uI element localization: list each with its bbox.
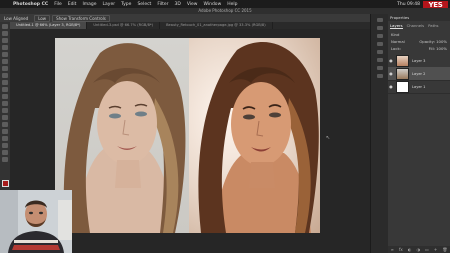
hand-tool-icon[interactable] <box>2 150 8 155</box>
styles-panel-icon[interactable] <box>377 50 383 54</box>
fill-label: Fill: <box>428 46 435 51</box>
new-group-icon[interactable]: ▭ <box>425 247 429 252</box>
layer-thumbnail <box>396 80 409 93</box>
webcam-overlay <box>0 190 72 253</box>
menu-edit[interactable]: Edit <box>65 2 80 7</box>
adjustment-layer-icon[interactable]: ◑ <box>416 247 420 252</box>
fill-value[interactable]: 100% <box>436 46 447 51</box>
layer-thumbnail <box>396 67 409 80</box>
menu-layer[interactable]: Layer <box>100 2 119 7</box>
visibility-eye-icon[interactable]: ● <box>388 58 394 63</box>
panel-header: Properties <box>388 14 450 21</box>
layer-filter-row: Kind <box>388 31 450 38</box>
tab-layers[interactable]: Layers <box>390 23 403 29</box>
fx-icon[interactable]: fx <box>399 247 403 252</box>
menu-file[interactable]: File <box>51 2 65 7</box>
blend-mode-select[interactable]: Normal <box>391 39 405 44</box>
type-tool-icon[interactable] <box>2 129 8 134</box>
tab-channels[interactable]: Channels <box>407 23 425 29</box>
opacity-value[interactable]: 100% <box>436 39 447 44</box>
lasso-tool-icon[interactable] <box>2 38 8 43</box>
crop-tool-icon[interactable] <box>2 52 8 57</box>
adjustments-panel-icon[interactable] <box>377 34 383 38</box>
options-label: Low Aligned <box>4 15 29 21</box>
swatches-panel-icon[interactable] <box>377 42 383 46</box>
document-tabs: Untitled-1 @ 66% (Layer 3, RGB/8*) Untit… <box>10 22 370 29</box>
layer-name[interactable]: Layer 3 <box>412 59 425 63</box>
window-title: Adobe Photoshop CC 2015 <box>198 8 252 13</box>
marquee-tool-icon[interactable] <box>2 31 8 36</box>
portrait-before-image <box>63 43 186 233</box>
history-brush-tool-icon[interactable] <box>2 87 8 92</box>
presenter-video-image <box>0 190 72 253</box>
before-photo[interactable] <box>55 38 189 233</box>
zoom-tool-icon[interactable] <box>2 157 8 162</box>
portrait-after-image <box>198 42 319 233</box>
layer-row[interactable]: ● Layer 2 <box>388 67 450 81</box>
add-mask-icon[interactable]: ◐ <box>408 247 412 252</box>
clone-stamp-tool-icon[interactable] <box>2 80 8 85</box>
tab-paths[interactable]: Paths <box>428 23 438 29</box>
history-panel-icon[interactable] <box>377 18 383 22</box>
trash-icon[interactable]: 🗑 <box>442 247 447 252</box>
mac-menubar: Photoshop CC File Edit Image Layer Type … <box>0 0 450 8</box>
brushes-panel-icon[interactable] <box>377 74 383 78</box>
panel-tabs: Layers Channels Paths <box>388 21 450 31</box>
lock-fill-row: Lock: Fill: 100% <box>388 45 450 52</box>
brush-tool-icon[interactable] <box>2 73 8 78</box>
dodge-tool-icon[interactable] <box>2 115 8 120</box>
menu-select[interactable]: Select <box>134 2 154 7</box>
layer-kind-filter[interactable]: Kind <box>391 32 399 37</box>
menu-help[interactable]: Help <box>224 2 240 7</box>
visibility-eye-icon[interactable]: ● <box>388 71 394 76</box>
layers-panel-footer: ∞ fx ◐ ◑ ▭ + 🗑 <box>388 246 450 253</box>
menubar-status: Thu 09:48 <box>397 0 420 8</box>
menu-view[interactable]: View <box>184 2 201 7</box>
after-photo[interactable] <box>189 38 320 233</box>
move-tool-icon[interactable] <box>2 24 8 29</box>
document-tab[interactable]: Untitled-3.psd @ 66.7% (RGB/8*) <box>87 22 161 29</box>
blur-tool-icon[interactable] <box>2 108 8 113</box>
eyedropper-tool-icon[interactable] <box>2 59 8 64</box>
gradient-tool-icon[interactable] <box>2 101 8 106</box>
properties-panel-icon[interactable] <box>377 26 383 30</box>
eraser-tool-icon[interactable] <box>2 94 8 99</box>
document-tab[interactable]: Untitled-1 @ 66% (Layer 3, RGB/8*) <box>10 22 88 29</box>
opacity-label: Opacity: <box>419 39 435 44</box>
fill-control[interactable]: Fill: 100% <box>429 46 447 51</box>
shape-tool-icon[interactable] <box>2 143 8 148</box>
new-layer-icon[interactable]: + <box>434 247 437 252</box>
menu-type[interactable]: Type <box>118 2 134 7</box>
opacity-control[interactable]: Opacity: 100% <box>419 39 447 44</box>
clock: Thu 09:48 <box>397 1 420 7</box>
layer-thumbnail <box>396 54 409 67</box>
collapsed-panels-strip <box>370 14 389 253</box>
healing-brush-tool-icon[interactable] <box>2 66 8 71</box>
layer-name[interactable]: Layer 1 <box>412 85 425 89</box>
layer-row[interactable]: ● Layer 1 <box>388 80 450 94</box>
menu-filter[interactable]: Filter <box>154 2 171 7</box>
menu-window[interactable]: Window <box>201 2 225 7</box>
foreground-color-swatch[interactable] <box>2 180 9 187</box>
layer-name[interactable]: Layer 2 <box>412 72 425 76</box>
menu-3d[interactable]: 3D <box>171 2 183 7</box>
show-transform-controls-checkbox[interactable]: Show Transform Controls <box>52 14 110 22</box>
quick-select-tool-icon[interactable] <box>2 45 8 50</box>
menu-image[interactable]: Image <box>79 2 99 7</box>
layer-row[interactable]: ● Layer 3 <box>388 54 450 68</box>
mouse-cursor-icon: ↖ <box>326 135 331 141</box>
visibility-eye-icon[interactable]: ● <box>388 84 394 89</box>
menu-app-name[interactable]: Photoshop CC <box>10 2 51 7</box>
paragraph-panel-icon[interactable] <box>377 58 383 62</box>
lock-label: Lock: <box>391 46 401 51</box>
link-layers-icon[interactable]: ∞ <box>391 247 394 252</box>
path-select-tool-icon[interactable] <box>2 136 8 141</box>
pen-tool-icon[interactable] <box>2 122 8 127</box>
options-select[interactable]: Low <box>34 14 51 22</box>
document-tab[interactable]: Beauty_Retouch_01_anotherpage.jpg @ 33.3… <box>160 22 273 29</box>
blend-opacity-row: Normal Opacity: 100% <box>388 38 450 45</box>
layers-panel: Properties Layers Channels Paths Kind No… <box>388 14 450 253</box>
options-bar: Low Aligned Low Show Transform Controls <box>0 14 370 22</box>
character-panel-icon[interactable] <box>377 66 383 70</box>
